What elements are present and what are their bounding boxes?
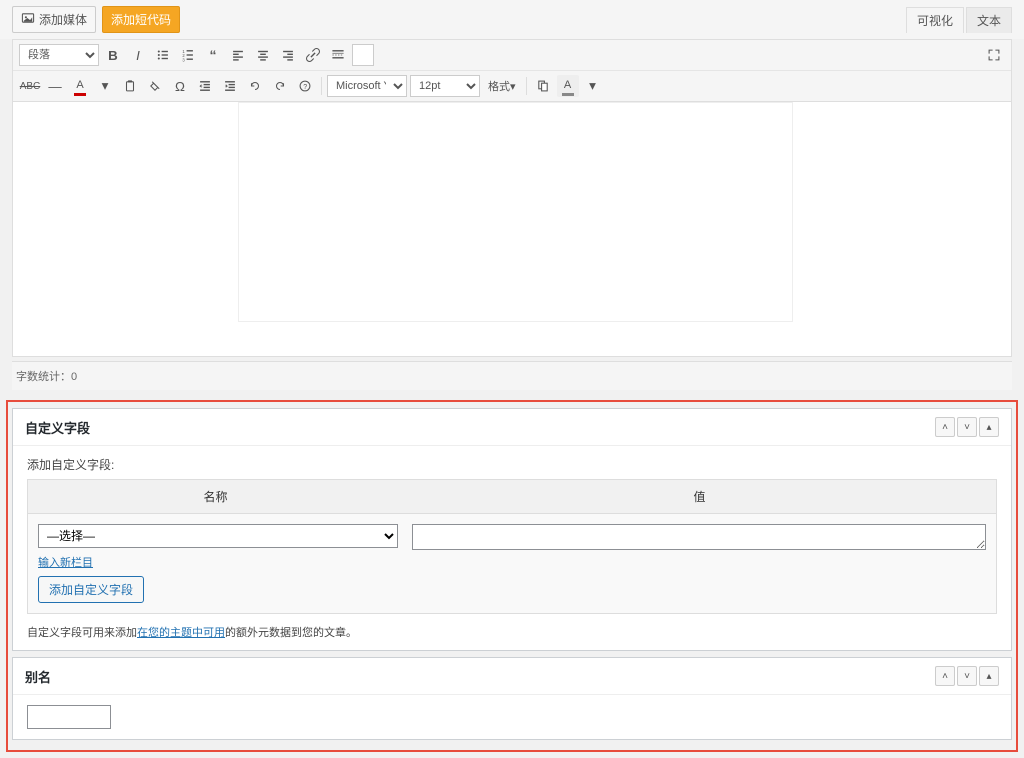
font-family-select[interactable]: Microsoft Ya... [327, 75, 407, 97]
format-menu[interactable]: 格式 ▾ [483, 75, 521, 97]
col-name-header: 名称 [28, 480, 403, 513]
numbered-list-button[interactable]: 123 [177, 44, 199, 66]
editor-top-bar: 添加媒体 添加短代码 可视化 文本 [0, 0, 1024, 39]
custom-fields-title: 自定义字段 [25, 418, 90, 437]
cf-table-body: —选择— 输入新栏目 添加自定义字段 [28, 514, 996, 613]
new-entry-link[interactable]: 输入新栏目 [38, 554, 93, 570]
outdent-button[interactable] [194, 75, 216, 97]
bullet-list-button[interactable] [152, 44, 174, 66]
paste-button[interactable] [119, 75, 141, 97]
indent-button[interactable] [219, 75, 241, 97]
theme-link[interactable]: 在您的主题中可用 [137, 627, 225, 639]
color-swatch[interactable] [352, 44, 374, 66]
paragraph-select[interactable]: 段落 [19, 44, 99, 66]
move-up-button[interactable]: ˄ [935, 417, 955, 437]
clear-format-button[interactable] [144, 75, 166, 97]
slug-input[interactable] [27, 705, 111, 729]
custom-fields-header: 自定义字段 ˄ ˅ ▴ [13, 409, 1011, 446]
toolbar-row-2: ABC — A ▾ Ω ? Microsoft Ya... 12pt 格式 ▾ … [13, 71, 1011, 101]
tab-text[interactable]: 文本 [966, 7, 1012, 33]
custom-fields-box: 自定义字段 ˄ ˅ ▴ 添加自定义字段: 名称 值 —选择— 输入新栏目 添加自… [12, 408, 1012, 651]
slug-box: 别名 ˄ ˅ ▴ [12, 657, 1012, 740]
toggle-button[interactable]: ▴ [979, 417, 999, 437]
toggle-button[interactable]: ▴ [979, 666, 999, 686]
tab-visual[interactable]: 可视化 [906, 7, 964, 33]
bg-color-button[interactable]: A [557, 75, 579, 97]
toolbar-row-1: 段落 B I 123 “ [13, 40, 1011, 71]
cf-name-column: —选择— 输入新栏目 添加自定义字段 [38, 524, 398, 603]
highlighted-region: 自定义字段 ˄ ˅ ▴ 添加自定义字段: 名称 值 —选择— 输入新栏目 添加自… [6, 400, 1018, 752]
help-button[interactable]: ? [294, 75, 316, 97]
cf-name-select[interactable]: —选择— [38, 524, 398, 548]
separator [526, 77, 527, 95]
media-icon [21, 11, 35, 28]
slug-header: 别名 ˄ ˅ ▴ [13, 658, 1011, 695]
undo-button[interactable] [244, 75, 266, 97]
link-button[interactable] [302, 44, 324, 66]
wordcount-value: 0 [71, 371, 77, 383]
add-cf-label: 添加自定义字段: [27, 456, 997, 473]
align-center-button[interactable] [252, 44, 274, 66]
cf-table-head: 名称 值 [28, 480, 996, 514]
editor-canvas[interactable] [12, 102, 1012, 357]
strikethrough-button[interactable]: ABC [19, 75, 41, 97]
separator [321, 77, 322, 95]
add-custom-field-button[interactable]: 添加自定义字段 [38, 576, 144, 603]
wordcount-label: 字数统计： [16, 371, 71, 383]
redo-button[interactable] [269, 75, 291, 97]
svg-text:?: ? [303, 84, 307, 91]
custom-fields-body: 添加自定义字段: 名称 值 —选择— 输入新栏目 添加自定义字段 自定义字段可用… [13, 446, 1011, 650]
handle-actions: ˄ ˅ ▴ [935, 666, 999, 686]
text-color-button[interactable]: A [69, 75, 91, 97]
col-value-header: 值 [403, 480, 996, 513]
hr-button[interactable]: — [44, 75, 66, 97]
copy-icon[interactable] [532, 75, 554, 97]
handle-actions: ˄ ˅ ▴ [935, 417, 999, 437]
blockquote-button[interactable]: “ [202, 44, 224, 66]
add-shortcode-button[interactable]: 添加短代码 [102, 6, 180, 33]
move-down-button[interactable]: ˅ [957, 666, 977, 686]
move-down-button[interactable]: ˅ [957, 417, 977, 437]
cf-description: 自定义字段可用来添加在您的主题中可用的额外元数据到您的文章。 [27, 624, 997, 640]
italic-button[interactable]: I [127, 44, 149, 66]
bold-button[interactable]: B [102, 44, 124, 66]
fullscreen-button[interactable] [983, 44, 1005, 66]
cf-value-textarea[interactable] [412, 524, 986, 550]
align-right-button[interactable] [277, 44, 299, 66]
editor-mode-tabs: 可视化 文本 [906, 7, 1012, 33]
align-left-button[interactable] [227, 44, 249, 66]
special-char-button[interactable]: Ω [169, 75, 191, 97]
content-frame [238, 102, 793, 322]
add-media-button[interactable]: 添加媒体 [12, 6, 96, 33]
more-button[interactable] [327, 44, 349, 66]
slug-title: 别名 [25, 667, 51, 686]
move-up-button[interactable]: ˄ [935, 666, 955, 686]
add-media-label: 添加媒体 [39, 11, 87, 28]
dropdown-arrow-1[interactable]: ▾ [94, 75, 116, 97]
custom-fields-table: 名称 值 —选择— 输入新栏目 添加自定义字段 [27, 479, 997, 614]
wordcount-bar: 字数统计：0 [12, 361, 1012, 390]
editor-toolbar: 段落 B I 123 “ ABC — A ▾ Ω ? Microsoft Ya.… [12, 39, 1012, 102]
slug-body [13, 695, 1011, 739]
dropdown-arrow-2[interactable]: ▾ [582, 75, 604, 97]
font-size-select[interactable]: 12pt [410, 75, 480, 97]
svg-text:3: 3 [182, 57, 185, 62]
